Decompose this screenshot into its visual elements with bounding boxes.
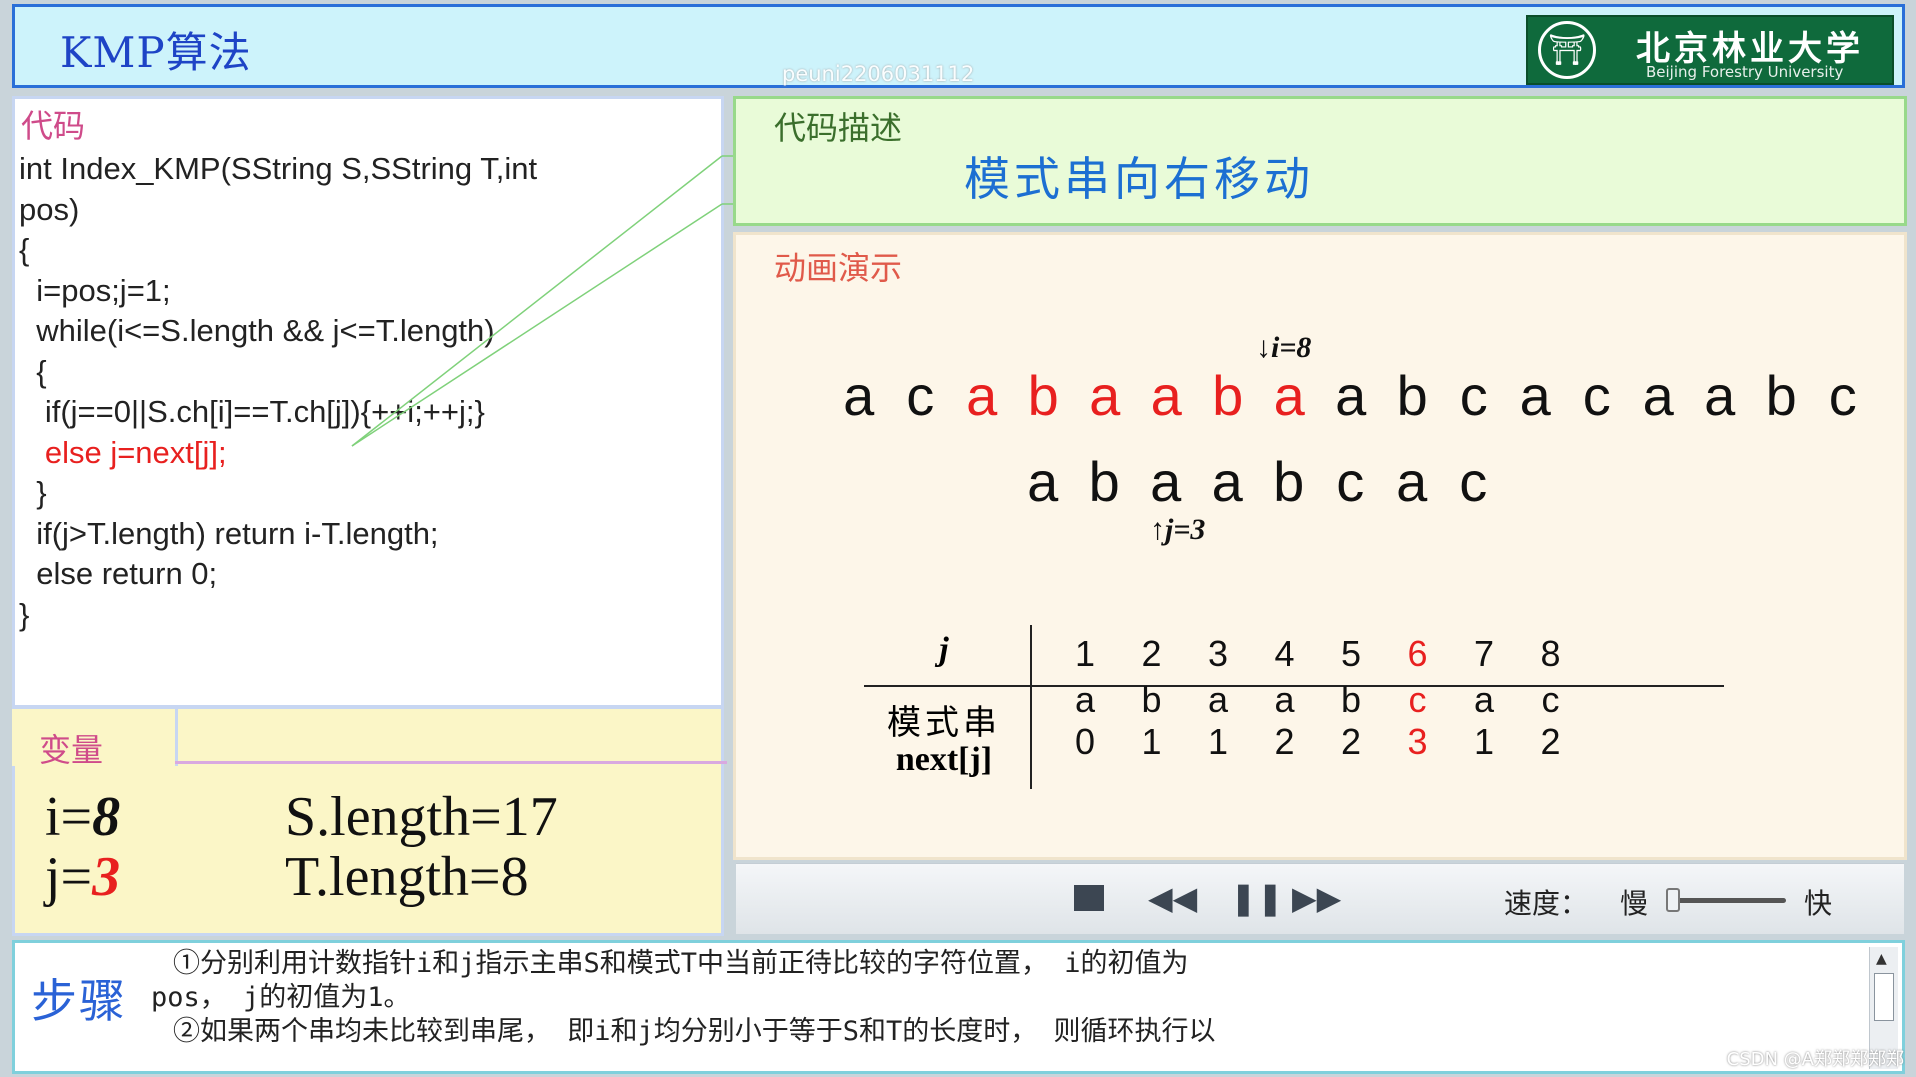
steps-line-2: pos， j的初值为1。 bbox=[151, 982, 411, 1013]
steps-line-1: ①分别利用计数指针i和j指示主串S和模式T中当前正待比较的字符位置， i的初值为 bbox=[173, 948, 1189, 979]
steps-panel: 步骤 ①分别利用计数指针i和j指示主串S和模式T中当前正待比较的字符位置， i的… bbox=[12, 940, 1905, 1074]
leader-line-1 bbox=[351, 155, 723, 447]
steps-text: ①分别利用计数指针i和j指示主串S和模式T中当前正待比较的字符位置， i的初值为… bbox=[151, 947, 1851, 1049]
scroll-thumb[interactable] bbox=[1874, 973, 1894, 1021]
leader-line-2 bbox=[351, 203, 723, 447]
steps-line-3: ②如果两个串均未比较到串尾， 即i和j均分别小于等于S和T的长度时， 则循环执行… bbox=[173, 1016, 1216, 1047]
csdn-watermark: CSDN @A郑郑郑郑郑 bbox=[1726, 1049, 1904, 1070]
scroll-up-icon[interactable]: ▲ bbox=[1876, 951, 1887, 967]
leader-lines bbox=[351, 155, 733, 447]
steps-label: 步骤 bbox=[31, 974, 127, 1028]
